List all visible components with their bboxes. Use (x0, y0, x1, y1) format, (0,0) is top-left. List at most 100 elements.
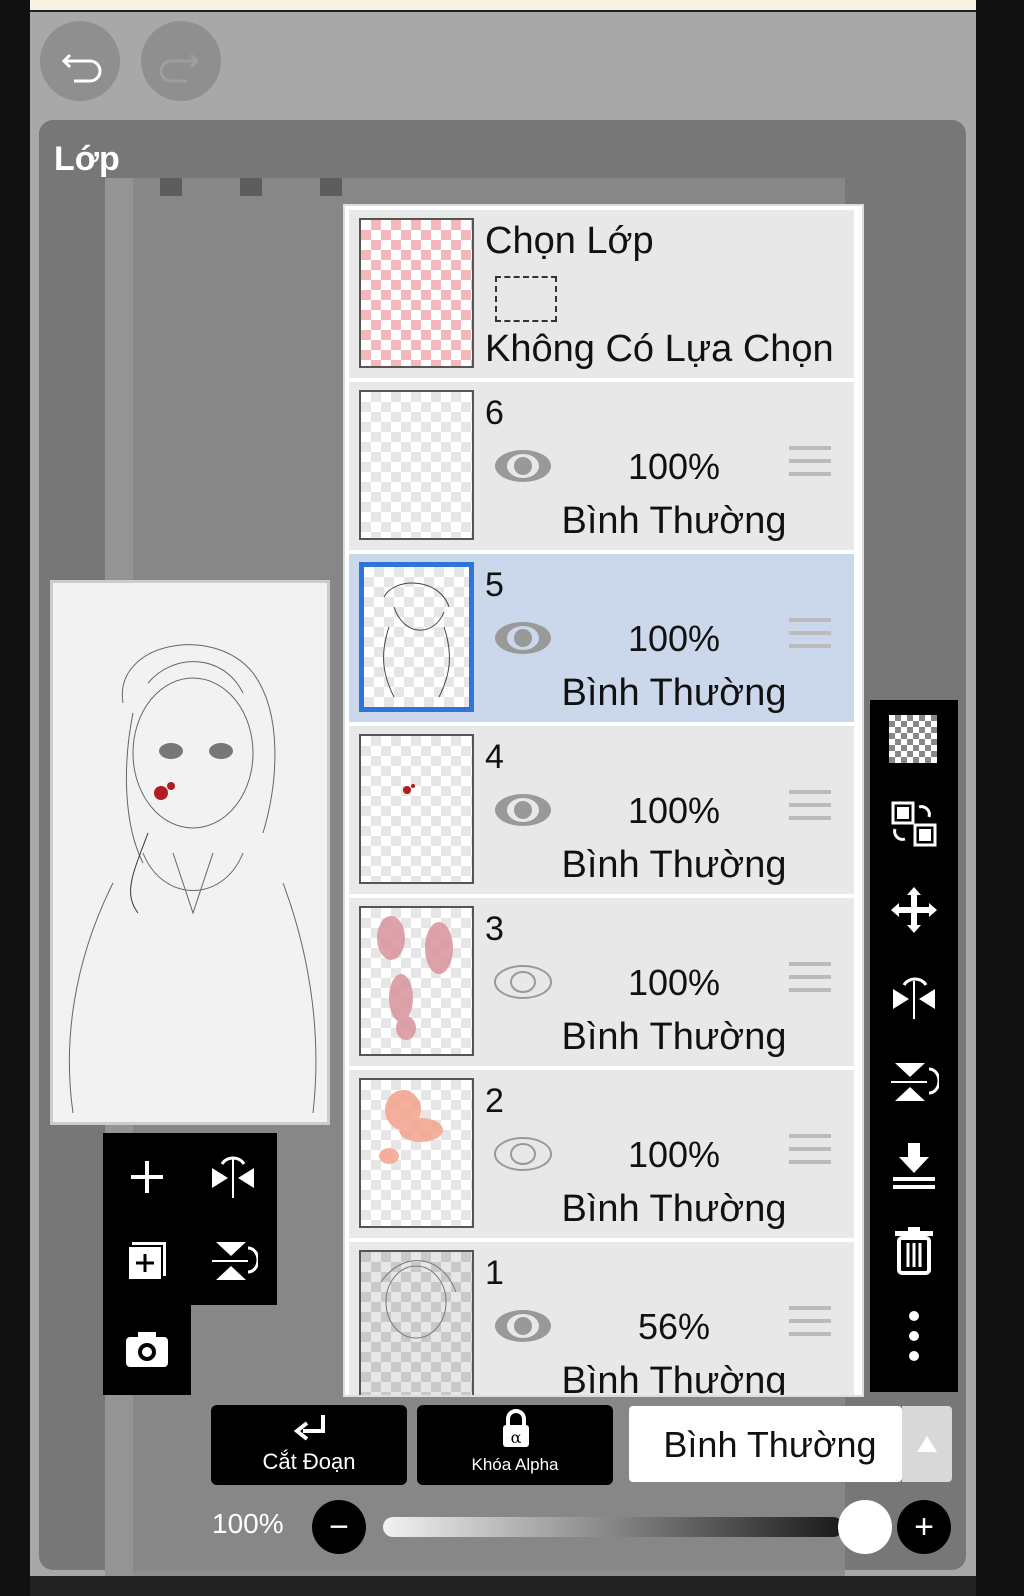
layer-blend-mode: Bình Thường (561, 1360, 787, 1397)
selection-row[interactable]: Chọn Lớp Không Có Lựa Chọn (349, 210, 854, 380)
eye-visible-icon[interactable] (493, 790, 553, 830)
layer-row[interactable]: 6 100% Bình Thường (349, 382, 854, 552)
flip-horizontal-icon (212, 1156, 254, 1198)
drag-handle-icon[interactable] (789, 1306, 831, 1342)
add-layer-button[interactable] (117, 1147, 177, 1207)
triangle-up-icon (917, 1436, 937, 1452)
minus-icon: − (329, 1507, 349, 1546)
eye-hidden-icon[interactable] (493, 962, 553, 1002)
flip-vertical-button[interactable] (886, 1054, 942, 1110)
layer-name: 4 (485, 738, 504, 776)
layer-row[interactable]: 4 100% Bình Thường (349, 726, 854, 896)
opacity-slider[interactable] (383, 1517, 843, 1537)
eye-visible-icon[interactable] (493, 618, 553, 658)
layer-thumbnail (359, 906, 474, 1056)
layer-blend-mode: Bình Thường (561, 1016, 787, 1058)
blend-mode-dropdown-button[interactable] (902, 1406, 952, 1482)
canvas-preview[interactable] (50, 580, 330, 1125)
alpha-lock-button[interactable]: α Khóa Alpha (417, 1405, 613, 1485)
layer-row[interactable]: 3 100% Bình Thường (349, 898, 854, 1068)
clipping-button[interactable]: Cắt Đoạn (211, 1405, 407, 1485)
redo-button[interactable] (141, 21, 221, 101)
selection-title: Chọn Lớp (485, 220, 654, 262)
alpha-lock-label: Khóa Alpha (471, 1455, 559, 1474)
flip-horizontal-icon (893, 977, 935, 1019)
layer-thumbnail-art (380, 1260, 457, 1339)
drag-handle-icon[interactable] (789, 962, 831, 998)
plus-icon: + (914, 1507, 934, 1546)
opacity-decrease-button[interactable]: − (312, 1500, 366, 1554)
layer-opacity: 100% (627, 790, 721, 831)
layer-thumbnail-art (379, 1090, 443, 1164)
layer-blend-mode: Bình Thường (561, 844, 787, 886)
screen-edge-right (976, 0, 1024, 1596)
layer-list[interactable]: Chọn Lớp Không Có Lựa Chọn 6 100% Bình T… (343, 204, 864, 1397)
left-tools (103, 1133, 277, 1305)
drag-handle-icon[interactable] (789, 446, 831, 482)
layer-thumbnail-art (377, 916, 453, 1040)
camera-button[interactable] (117, 1319, 177, 1379)
layer-name: 2 (485, 1082, 504, 1120)
flip-vertical-icon (212, 1242, 258, 1280)
merge-down-button[interactable] (886, 1138, 942, 1194)
layer-row[interactable]: 2 100% Bình Thường (349, 1070, 854, 1240)
canvas-notch (160, 178, 182, 196)
layer-row[interactable]: 1 56% Bình Thường (349, 1242, 854, 1397)
artwork-sketch (53, 583, 327, 1122)
drag-handle-icon[interactable] (789, 618, 831, 654)
canvas-notch (240, 178, 262, 196)
flip-horizontal-button[interactable] (203, 1147, 263, 1207)
canvas-notch (320, 178, 342, 196)
layer-name: 6 (485, 394, 504, 432)
layer-name: 1 (485, 1254, 504, 1292)
right-toolbar (870, 700, 958, 1392)
drag-handle-icon[interactable] (789, 790, 831, 826)
layer-name: 5 (485, 566, 504, 604)
layer-thumbnail (359, 1250, 474, 1395)
blend-mode-value: Bình Thường (663, 1424, 877, 1465)
opacity-slider-handle[interactable] (838, 1500, 892, 1554)
layer-blend-mode: Bình Thường (561, 500, 787, 542)
layer-thumbnail-art (383, 582, 450, 698)
layer-opacity: 100% (627, 1134, 721, 1175)
flip-vertical-button[interactable] (203, 1231, 263, 1291)
swap-layers-button[interactable] (886, 796, 942, 852)
redo-icon (159, 53, 200, 83)
layer-name: 3 (485, 910, 504, 948)
drag-handle-icon[interactable] (789, 1134, 831, 1170)
left-tools-bottom (103, 1305, 191, 1395)
eye-hidden-icon[interactable] (493, 1134, 553, 1174)
svg-text:α: α (511, 1428, 522, 1447)
undo-button[interactable] (40, 21, 120, 101)
duplicate-layer-icon (127, 1242, 166, 1281)
flip-vertical-icon (891, 1063, 939, 1101)
eye-visible-icon[interactable] (493, 446, 553, 486)
lock-icon: α (503, 1409, 529, 1447)
layer-row-selected[interactable]: 5 100% Bình Thường (349, 554, 854, 724)
clipping-icon (293, 1415, 325, 1441)
flip-horizontal-button[interactable] (886, 968, 942, 1024)
delete-icon (895, 1227, 933, 1275)
screen-edge-left (0, 0, 30, 1596)
opacity-increase-button[interactable]: + (897, 1500, 951, 1554)
top-strip (30, 0, 976, 12)
selection-marquee-icon (495, 276, 557, 322)
more-icon (909, 1311, 919, 1361)
move-button[interactable] (886, 882, 942, 938)
delete-layer-button[interactable] (886, 1222, 942, 1278)
clipping-label: Cắt Đoạn (262, 1449, 356, 1474)
duplicate-layer-button[interactable] (117, 1231, 177, 1291)
add-layer-icon (131, 1161, 163, 1193)
transparency-icon (889, 715, 937, 763)
layer-opacity: 100% (627, 618, 721, 659)
more-options-button[interactable] (886, 1308, 942, 1364)
transparency-button[interactable] (886, 712, 942, 768)
layer-opacity: 100% (627, 962, 721, 1003)
layer-thumbnail-art (403, 784, 415, 794)
undo-icon (61, 53, 102, 83)
eye-visible-icon[interactable] (493, 1306, 553, 1346)
camera-icon (126, 1332, 168, 1367)
opacity-value: 100% (212, 1508, 284, 1539)
panel-title: Lớp (54, 140, 120, 178)
selection-thumbnail (359, 218, 474, 368)
